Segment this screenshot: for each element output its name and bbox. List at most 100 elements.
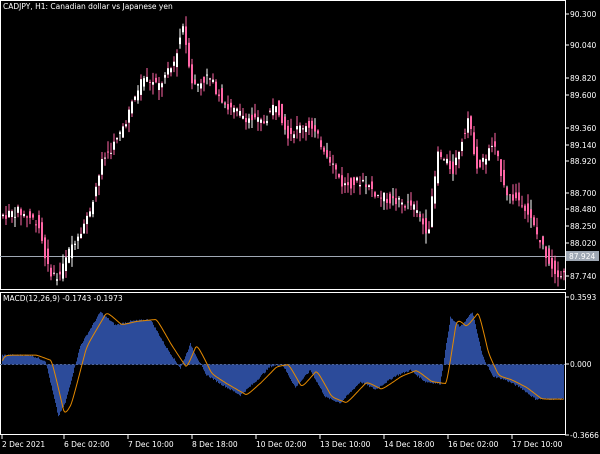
candle-body	[299, 125, 301, 133]
candle-body	[185, 26, 187, 45]
svg-text:10 Dec 02:00: 10 Dec 02:00	[256, 440, 307, 449]
candle-body	[41, 222, 43, 241]
candle-body	[314, 125, 316, 132]
price-panel-frame	[0, 0, 566, 290]
candle-body	[29, 211, 31, 218]
candle-body	[533, 217, 535, 226]
chart-canvas[interactable]: 90.300 90.040 89.820 89.600 89.360 89.14…	[0, 0, 600, 450]
candle-body	[479, 159, 481, 168]
candle-body	[131, 101, 133, 114]
candle-body	[494, 141, 496, 147]
candle-body	[557, 270, 559, 278]
candle-body	[95, 186, 97, 197]
candle-body	[455, 157, 457, 166]
svg-text:-0.3666: -0.3666	[570, 431, 599, 440]
candle-body	[287, 125, 289, 139]
candle-body	[488, 148, 490, 161]
candle-body	[155, 77, 157, 83]
candle-body	[476, 146, 478, 169]
candle-body	[170, 68, 172, 73]
candle-body	[338, 174, 340, 178]
price-tick: 90.300	[565, 10, 596, 19]
candle-body	[107, 151, 109, 153]
candle-body	[464, 132, 466, 134]
candle-body	[110, 152, 112, 154]
candle-body	[275, 106, 277, 113]
svg-text:89.360: 89.360	[570, 124, 596, 133]
svg-text:8 Dec 18:00: 8 Dec 18:00	[192, 440, 238, 449]
candle-body	[269, 110, 271, 112]
candle-body	[251, 114, 253, 121]
price-tick: 89.360	[565, 124, 596, 133]
candle-body	[236, 108, 238, 112]
svg-text:88.700: 88.700	[570, 189, 596, 198]
candle-body	[167, 68, 169, 75]
candle-body	[560, 276, 562, 278]
candle-body	[410, 200, 412, 206]
price-axis: 90.300 90.040 89.820 89.600 89.360 89.14…	[565, 10, 596, 281]
price-tick: 89.600	[565, 91, 596, 100]
time-tick: 14 Dec 18:00	[383, 435, 435, 449]
candle-body	[353, 177, 355, 186]
svg-text:88.020: 88.020	[570, 239, 596, 248]
candle-body	[35, 224, 37, 226]
candle-body	[449, 160, 451, 170]
candle-body	[284, 116, 286, 130]
candle-body	[215, 81, 217, 94]
candle-body	[407, 201, 409, 203]
candle-body	[359, 184, 361, 187]
svg-text:89.820: 89.820	[570, 74, 596, 83]
candles-layer	[2, 16, 565, 287]
candle-body	[317, 130, 319, 134]
candle-body	[497, 150, 499, 157]
candle-body	[482, 157, 484, 162]
candle-body	[194, 79, 196, 84]
candle-body	[485, 158, 487, 165]
svg-text:88.920: 88.920	[570, 157, 596, 166]
candle-body	[539, 240, 541, 243]
candle-body	[404, 205, 406, 208]
candle-body	[332, 163, 334, 165]
price-tick: 88.250	[565, 222, 596, 231]
candle-body	[257, 117, 259, 122]
svg-text:16 Dec 02:00: 16 Dec 02:00	[448, 440, 499, 449]
candle-body	[551, 257, 553, 269]
candle-body	[326, 150, 328, 157]
candle-body	[68, 248, 70, 263]
chart-timeframe: H1:	[35, 2, 49, 11]
candle-body	[401, 202, 403, 205]
time-tick: 8 Dec 18:00	[191, 435, 238, 449]
svg-text:88.250: 88.250	[570, 222, 596, 231]
candle-body	[296, 126, 298, 130]
candle-body	[470, 116, 472, 129]
candle-body	[335, 164, 337, 170]
candle-body	[443, 159, 445, 161]
candle-body	[224, 102, 226, 105]
time-tick: 16 Dec 02:00	[447, 435, 499, 449]
candle-body	[506, 187, 508, 196]
candle-body	[536, 227, 538, 235]
svg-text:0.000: 0.000	[570, 360, 592, 369]
candle-body	[44, 237, 46, 259]
candle-body	[260, 119, 262, 123]
chart-window[interactable]: 90.300 90.040 89.820 89.600 89.360 89.14…	[0, 0, 600, 450]
candle-body	[146, 76, 148, 82]
candle-body	[524, 205, 526, 211]
candle-body	[98, 175, 100, 186]
candle-body	[113, 141, 115, 150]
candle-body	[209, 78, 211, 80]
candle-body	[5, 215, 7, 219]
candle-body	[191, 64, 193, 84]
candle-body	[74, 243, 76, 245]
candle-body	[248, 118, 250, 123]
svg-text:87.924: 87.924	[569, 252, 595, 261]
candle-body	[458, 151, 460, 160]
candle-body	[374, 192, 376, 197]
candle-body	[143, 78, 145, 87]
price-tick: 88.480	[565, 205, 596, 214]
candle-body	[245, 118, 247, 123]
candle-body	[350, 178, 352, 189]
candle-body	[218, 94, 220, 97]
candle-body	[530, 209, 532, 218]
candle-body	[92, 202, 94, 215]
